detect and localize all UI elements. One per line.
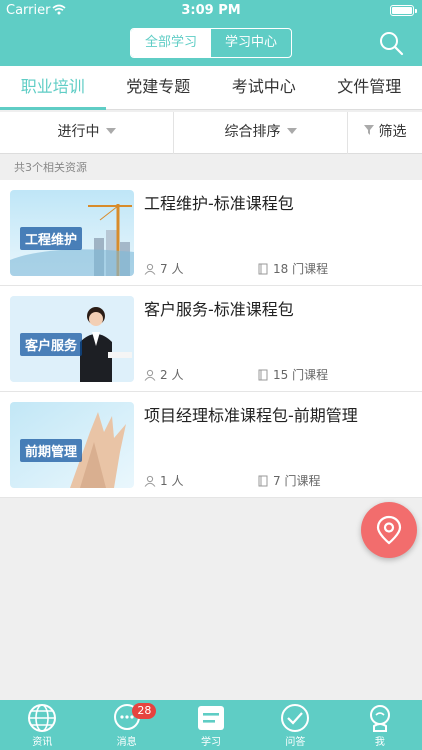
battery-icon xyxy=(390,5,417,16)
thumbnail-label: 工程维护 xyxy=(20,227,83,250)
course-package-list: 工程维护 工程维护-标准课程包 7 人 18 门课程 客户服务 客户服务-标准课… xyxy=(0,180,422,498)
person-icon xyxy=(144,475,156,487)
tab-qa-label: 问答 xyxy=(285,737,306,748)
course-count-value: 15 门课程 xyxy=(273,368,329,382)
course-package-title: 工程维护-标准课程包 xyxy=(144,194,294,213)
tab-party-building[interactable]: 党建专题 xyxy=(106,66,212,109)
enrolled-count: 2 人 xyxy=(144,366,183,383)
learning-scope-toggle: 全部学习 学习中心 xyxy=(130,28,292,58)
segment-all-learning[interactable]: 全部学习 xyxy=(131,29,211,57)
course-count: 15 门课程 xyxy=(258,366,328,383)
tab-messages[interactable]: 28 消息 xyxy=(84,700,168,750)
caret-down-icon xyxy=(286,128,297,134)
enrolled-count-value: 1 人 xyxy=(160,474,184,488)
tab-study[interactable]: 学习 xyxy=(169,700,253,750)
tab-news[interactable]: 资讯 xyxy=(0,700,84,750)
funnel-icon xyxy=(363,125,374,135)
tab-news-label: 资讯 xyxy=(32,737,53,748)
tab-exam-center[interactable]: 考试中心 xyxy=(211,66,317,109)
course-count-value: 7 门课程 xyxy=(273,474,321,488)
study-icon xyxy=(198,706,225,730)
status-time: 3:09 PM xyxy=(181,3,241,18)
bottom-tab-bar: 资讯 28 消息 学习 问答 我 xyxy=(0,700,422,750)
course-package-title: 客户服务-标准课程包 xyxy=(144,300,294,319)
category-tabs: 职业培训 党建专题 考试中心 文件管理 xyxy=(0,66,422,110)
status-bar: Carrier 3:09 PM xyxy=(0,0,422,22)
course-thumbnail: 客户服务 xyxy=(10,296,134,382)
course-package-title: 项目经理标准课程包-前期管理 xyxy=(144,406,358,425)
course-count-value: 18 门课程 xyxy=(273,262,329,276)
caret-down-icon xyxy=(105,128,116,134)
person-icon xyxy=(144,369,156,381)
enrolled-count-value: 7 人 xyxy=(160,262,184,276)
course-thumbnail: 前期管理 xyxy=(10,402,134,488)
tab-qa[interactable]: 问答 xyxy=(253,700,337,750)
tab-vocational-training[interactable]: 职业培训 xyxy=(0,66,106,110)
message-count-badge: 28 xyxy=(132,703,157,719)
book-icon xyxy=(258,475,268,486)
enrolled-count: 1 人 xyxy=(144,472,183,489)
tab-file-management[interactable]: 文件管理 xyxy=(317,66,422,109)
tab-messages-label: 消息 xyxy=(116,737,137,748)
status-filter-label: 进行中 xyxy=(57,124,100,140)
course-thumbnail: 工程维护 xyxy=(10,190,134,276)
search-icon[interactable] xyxy=(378,30,404,56)
sort-dropdown[interactable]: 综合排序 xyxy=(174,112,348,154)
list-item[interactable]: 前期管理 项目经理标准课程包-前期管理 1 人 7 门课程 xyxy=(0,392,422,498)
location-pin-icon xyxy=(376,515,402,545)
course-count: 7 门课程 xyxy=(258,472,320,489)
course-count: 18 门课程 xyxy=(258,260,328,277)
status-filter-dropdown[interactable]: 进行中 xyxy=(0,112,174,154)
tab-me-label: 我 xyxy=(374,737,385,748)
sort-label: 综合排序 xyxy=(224,124,281,140)
segment-learning-center[interactable]: 学习中心 xyxy=(211,29,291,57)
filter-button[interactable]: 筛选 xyxy=(348,112,422,154)
tab-me[interactable]: 我 xyxy=(338,700,422,750)
location-button[interactable] xyxy=(361,502,417,558)
result-count: 共3个相关资源 xyxy=(14,161,87,174)
check-icon xyxy=(281,704,310,732)
tab-study-label: 学习 xyxy=(201,737,222,748)
thumbnail-label: 客户服务 xyxy=(20,333,83,356)
person-icon xyxy=(144,263,156,275)
book-icon xyxy=(258,263,268,274)
filter-bar: 进行中 综合排序 筛选 xyxy=(0,112,422,154)
filter-label: 筛选 xyxy=(378,124,407,140)
header-bar: Carrier 3:09 PM 全部学习 学习中心 xyxy=(0,0,422,66)
list-item[interactable]: 客户服务 客户服务-标准课程包 2 人 15 门课程 xyxy=(0,286,422,392)
user-icon xyxy=(369,705,390,732)
list-item[interactable]: 工程维护 工程维护-标准课程包 7 人 18 门课程 xyxy=(0,180,422,286)
enrolled-count-value: 2 人 xyxy=(160,368,184,382)
thumbnail-label: 前期管理 xyxy=(20,439,83,462)
enrolled-count: 7 人 xyxy=(144,260,183,277)
globe-icon xyxy=(28,704,57,732)
book-icon xyxy=(258,369,268,380)
